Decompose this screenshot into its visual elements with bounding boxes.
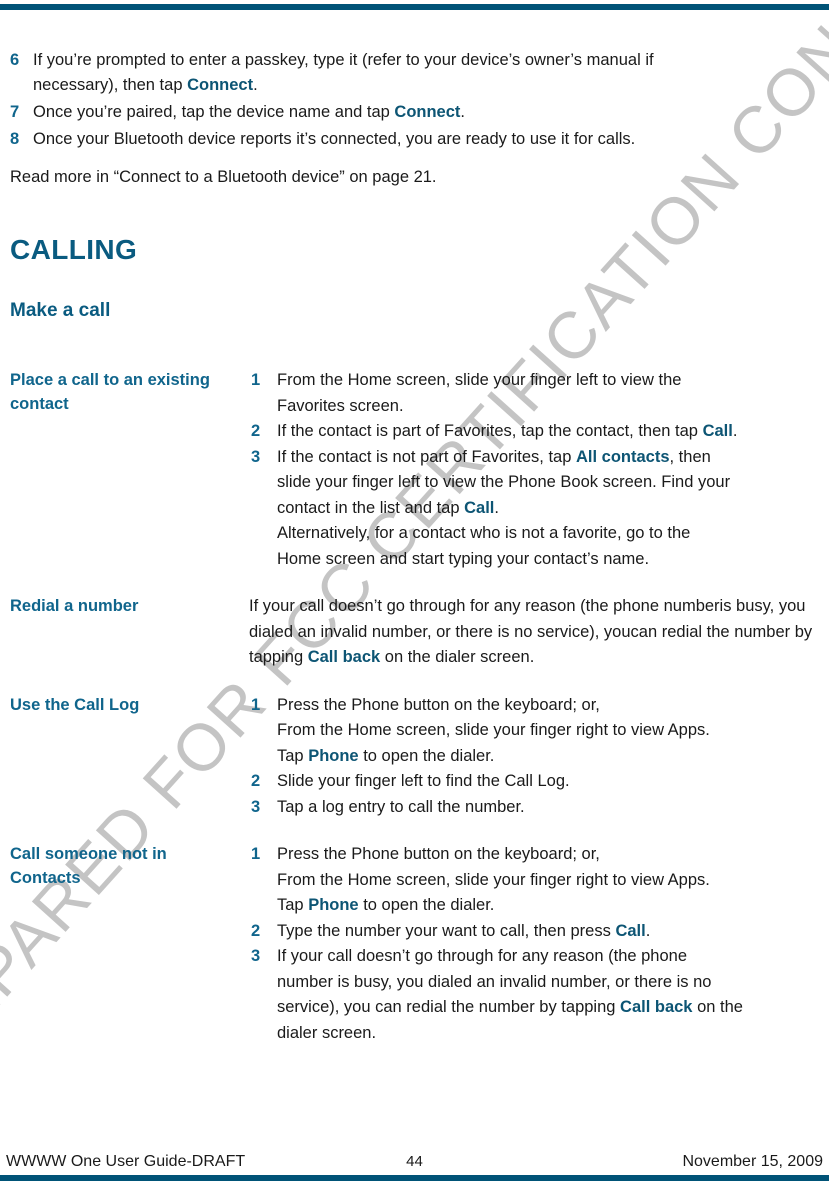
page-canvas: 6 If you’re prompted to enter a passkey, … bbox=[0, 0, 829, 1189]
body-text: Press the Phone button on the keyboard; … bbox=[277, 695, 600, 714]
procedure-row: Place a call to an existing contact 1 From… bbox=[6, 368, 823, 572]
body-text: number is busy, you dialed an invalid nu… bbox=[277, 972, 712, 991]
procedure-step-list: 1 From the Home screen, slide your finger… bbox=[249, 368, 823, 572]
step-number: 2 bbox=[251, 772, 261, 790]
body-text: From the Home screen, slide your finger … bbox=[277, 371, 682, 389]
ui-term: Call bbox=[464, 498, 495, 517]
page-footer: WWWW One User Guide-DRAFT 44 November 15… bbox=[6, 1153, 823, 1171]
step-text-tail: . bbox=[253, 76, 258, 94]
step-number: 2 bbox=[251, 921, 261, 940]
step-number: 2 bbox=[251, 422, 261, 440]
procedure-step-list: 1 Press the Phone button on the keyboard;… bbox=[249, 693, 823, 821]
page-bottom-rule bbox=[0, 1175, 829, 1181]
intro-step-list: 6 If you’re prompted to enter a passkey, … bbox=[6, 48, 823, 152]
body-text: Home screen and start typing your contac… bbox=[277, 549, 650, 568]
body-text: From the Home screen, slide your finger … bbox=[277, 870, 710, 889]
footer-page-number: 44 bbox=[406, 1153, 423, 1170]
body-text: service), you can redial the number by t… bbox=[277, 998, 621, 1016]
body-text: . bbox=[645, 921, 651, 940]
ui-term: Call bbox=[702, 422, 733, 440]
body-text: , then bbox=[669, 447, 711, 466]
body-text: Tap bbox=[277, 746, 309, 765]
procedure-row: Redial a number If your call doesn’t go t… bbox=[6, 594, 823, 671]
ui-term: Call back bbox=[307, 648, 381, 666]
step-number: 1 bbox=[251, 845, 261, 863]
body-text: If the contact is not part of Favorites,… bbox=[277, 447, 576, 466]
body-text: . bbox=[732, 422, 738, 440]
body-text: slide your finger left to view the Phone… bbox=[277, 473, 731, 491]
body-text: If the contact is part of Favorites, tap… bbox=[277, 422, 703, 440]
intro-step: 6 If you’re prompted to enter a passkey, … bbox=[6, 48, 823, 98]
procedure-step: 1 Press the Phone button on the keyboard;… bbox=[249, 842, 823, 919]
step-text-line: necessary), then tap bbox=[33, 76, 188, 94]
ui-term: Call bbox=[615, 921, 646, 940]
body-text: If your call doesn’t go through for any … bbox=[277, 947, 688, 965]
body-text: If your call doesn’t go through for any … bbox=[249, 597, 720, 615]
ui-term: Connect bbox=[187, 76, 254, 94]
step-number: 6 bbox=[10, 51, 20, 69]
body-text: From the Home screen, slide your finger … bbox=[277, 721, 710, 739]
step-number: 1 bbox=[251, 695, 261, 714]
body-text: on the bbox=[692, 998, 743, 1016]
procedure-step: 2 If the contact is part of Favorites, ta… bbox=[249, 419, 823, 445]
procedure-step: 2 Slide your finger left to find the Call… bbox=[249, 769, 823, 795]
procedure-step: 3 If the contact is not part of Favorites… bbox=[249, 445, 823, 573]
procedure-term: Use the Call Log bbox=[10, 695, 140, 714]
procedure-term: Call someone not in Contacts bbox=[10, 845, 167, 887]
procedure-step: 1 From the Home screen, slide your finger… bbox=[249, 368, 823, 419]
step-number: 7 bbox=[10, 103, 20, 121]
ui-term: All contacts bbox=[575, 447, 670, 466]
procedure-body: 1 Press the Phone button on the keyboard;… bbox=[249, 842, 823, 1046]
procedure-step: 3 Tap a log entry to call the number. bbox=[249, 795, 823, 821]
procedure-row: Call someone not in Contacts 1 Press the P… bbox=[6, 842, 823, 1046]
body-text: Tap a log entry to call the number. bbox=[277, 797, 525, 816]
subsection-heading: Make a call bbox=[10, 300, 111, 321]
intro-step: 8 Once your Bluetooth device reports it’s… bbox=[6, 127, 823, 152]
procedure-term: Redial a number bbox=[10, 597, 139, 615]
ui-term: Phone bbox=[308, 746, 359, 765]
step-number: 8 bbox=[10, 130, 20, 148]
body-text: Type the number your want to call, then … bbox=[277, 921, 616, 940]
procedure-step: 3 If your call doesn’t go through for any… bbox=[249, 944, 823, 1046]
procedure-paragraph: If your call doesn’t go through for any … bbox=[249, 594, 823, 671]
procedure-row: Use the Call Log 1 Press the Phone button … bbox=[6, 693, 823, 821]
step-number: 3 bbox=[251, 947, 261, 965]
procedure-step: 2 Type the number your want to call, then… bbox=[249, 919, 823, 945]
body-text: dialer screen. bbox=[277, 1023, 377, 1042]
procedure-term: Place a call to an existing contact bbox=[10, 371, 210, 413]
ui-term: Phone bbox=[308, 896, 359, 914]
body-text: Tap bbox=[277, 896, 309, 914]
step-number: 1 bbox=[251, 371, 261, 389]
procedure-step: 1 Press the Phone button on the keyboard;… bbox=[249, 693, 823, 770]
read-more-note: Read more in “Connect to a Bluetooth dev… bbox=[10, 168, 437, 186]
step-number: 3 bbox=[251, 447, 261, 466]
procedure-rows: Place a call to an existing contact 1 From… bbox=[6, 368, 823, 1046]
body-text: to open the dialer. bbox=[358, 896, 495, 914]
step-number: 3 bbox=[251, 797, 261, 816]
body-text: Favorites screen. bbox=[277, 396, 404, 415]
ui-term: Connect bbox=[394, 103, 461, 121]
procedure-body: 1 From the Home screen, slide your finger… bbox=[249, 368, 823, 572]
step-text-tail: . bbox=[460, 103, 465, 121]
body-text: Slide your finger left to find the Call … bbox=[277, 772, 570, 790]
procedure-body: If your call doesn’t go through for any … bbox=[249, 594, 823, 671]
ui-term: Call back bbox=[620, 998, 693, 1016]
body-text: on the dialer screen. bbox=[380, 648, 535, 666]
page-top-rule bbox=[0, 4, 829, 10]
procedure-step-list: 1 Press the Phone button on the keyboard;… bbox=[249, 842, 823, 1046]
step-text-line: Once you’re paired, tap the device name … bbox=[33, 103, 395, 121]
body-text: . bbox=[494, 498, 499, 517]
section-heading: CALLING bbox=[10, 234, 138, 265]
body-text: contact in the list and tap bbox=[277, 498, 465, 517]
body-text: Press the Phone button on the keyboard; … bbox=[277, 845, 600, 863]
step-text-line: If you’re prompted to enter a passkey, t… bbox=[33, 51, 654, 69]
page-content: 6 If you’re prompted to enter a passkey, … bbox=[6, 48, 823, 1068]
intro-step: 7 Once you’re paired, tap the device name… bbox=[6, 100, 823, 125]
body-text: Alternatively, for a contact who is not … bbox=[277, 524, 691, 542]
procedure-body: 1 Press the Phone button on the keyboard;… bbox=[249, 693, 823, 821]
step-text-line: Once your Bluetooth device reports it’s … bbox=[33, 130, 636, 148]
body-text: to open the dialer. bbox=[358, 746, 495, 765]
